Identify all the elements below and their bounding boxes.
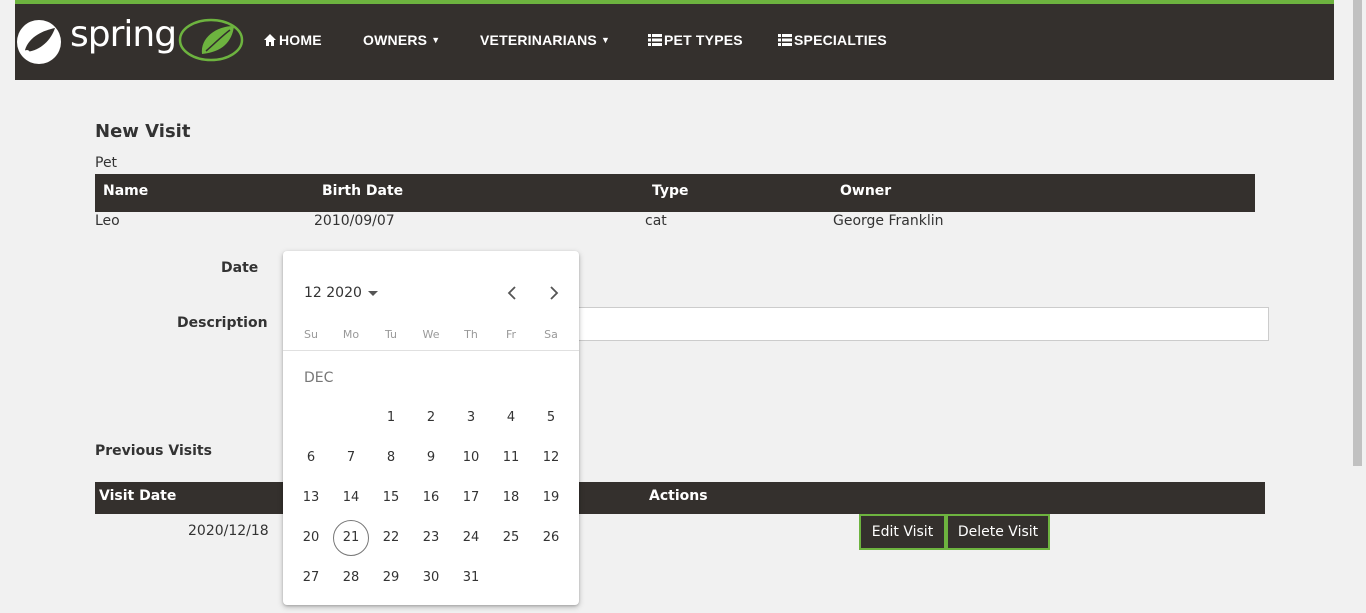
- day-cell[interactable]: 29: [373, 560, 409, 596]
- visits-col-date: Visit Date: [99, 488, 177, 504]
- day-cell[interactable]: 1: [373, 400, 409, 436]
- day-cell[interactable]: 3: [453, 400, 489, 436]
- visit-date: 2020/12/18: [188, 523, 269, 539]
- spring-logo-icon: [17, 20, 61, 64]
- day-cell[interactable]: 28: [333, 560, 369, 596]
- visits-table-header: Visit Date Actions: [95, 482, 1265, 514]
- day-cell[interactable]: 15: [373, 480, 409, 516]
- list-icon: [778, 34, 792, 46]
- day-cell[interactable]: 7: [333, 440, 369, 476]
- prev-month-button[interactable]: [503, 283, 523, 303]
- list-icon: [648, 34, 662, 46]
- weekday-label: Fr: [505, 328, 517, 341]
- day-cell[interactable]: 6: [293, 440, 329, 476]
- pet-col-name: Name: [103, 183, 149, 199]
- nav-veterinarians[interactable]: VETERINARIANS ▼: [480, 32, 610, 48]
- weekday-label: Su: [304, 328, 318, 341]
- month-year-label: 12 2020: [304, 285, 362, 301]
- edit-visit-button[interactable]: Edit Visit: [859, 514, 946, 550]
- day-cell[interactable]: 26: [533, 520, 569, 556]
- nav-specialties-label: SPECIALTIES: [794, 32, 887, 48]
- nav-owners[interactable]: OWNERS ▼: [363, 32, 440, 48]
- brand-wordmark: spring: [70, 14, 177, 55]
- datepicker-divider: [283, 350, 579, 351]
- day-cell[interactable]: 31: [453, 560, 489, 596]
- month-short-label: DEC: [304, 370, 334, 386]
- description-input[interactable]: [560, 307, 1269, 341]
- pet-col-type: Type: [652, 183, 689, 199]
- spring-logo[interactable]: spring: [15, 12, 245, 72]
- nav-home-label: HOME: [279, 32, 322, 48]
- pet-label: Pet: [95, 155, 118, 171]
- day-cell[interactable]: 2: [413, 400, 449, 436]
- datepicker-popup: 12 2020 Su Mo Tu We Th Fr Sa DEC 1 2 3 4 5 6 7 8 9 10 11…: [283, 251, 579, 605]
- day-cell-selected[interactable]: 21: [333, 520, 369, 556]
- day-cell[interactable]: 25: [493, 520, 529, 556]
- home-icon: [264, 34, 276, 46]
- day-cell[interactable]: 8: [373, 440, 409, 476]
- nav-veterinarians-label: VETERINARIANS: [480, 32, 597, 48]
- day-cell[interactable]: 23: [413, 520, 449, 556]
- delete-visit-button[interactable]: Delete Visit: [946, 514, 1050, 550]
- day-cell[interactable]: 5: [533, 400, 569, 436]
- weekday-label: Tu: [384, 328, 398, 341]
- caret-down-icon: [367, 290, 378, 296]
- weekday-label: We: [422, 328, 440, 341]
- visits-col-actions: Actions: [649, 488, 708, 504]
- day-cell[interactable]: 14: [333, 480, 369, 516]
- day-cell[interactable]: 20: [293, 520, 329, 556]
- day-cell[interactable]: 4: [493, 400, 529, 436]
- navbar: spring HOME OWNERS ▼ VETERINARIANS ▼ PET…: [15, 0, 1334, 80]
- day-cell[interactable]: 27: [293, 560, 329, 596]
- pet-table-header: Name Birth Date Type Owner: [95, 174, 1255, 212]
- leaf-logo-icon: [178, 18, 244, 62]
- description-label: Description: [177, 315, 268, 331]
- pet-col-birth-date: Birth Date: [322, 183, 404, 199]
- page-scrollbar[interactable]: [1349, 0, 1366, 613]
- day-cell[interactable]: 9: [413, 440, 449, 476]
- day-cell[interactable]: 24: [453, 520, 489, 556]
- nav-specialties[interactable]: SPECIALTIES: [778, 32, 887, 48]
- nav-pet-types-label: PET TYPES: [664, 32, 743, 48]
- day-cell[interactable]: 18: [493, 480, 529, 516]
- next-month-button[interactable]: [543, 283, 563, 303]
- previous-visits-label: Previous Visits: [95, 443, 212, 459]
- weekday-label: Th: [464, 328, 478, 341]
- day-cell[interactable]: 30: [413, 560, 449, 596]
- caret-down-icon: ▼: [600, 35, 611, 45]
- weekday-label: Mo: [342, 328, 360, 341]
- pet-name: Leo: [95, 213, 120, 229]
- page-title: New Visit: [95, 121, 191, 142]
- day-cell[interactable]: 10: [453, 440, 489, 476]
- nav-pet-types[interactable]: PET TYPES: [648, 32, 743, 48]
- chevron-left-icon: [507, 286, 516, 300]
- day-cell[interactable]: 19: [533, 480, 569, 516]
- caret-down-icon: ▼: [431, 35, 441, 45]
- scrollbar-thumb[interactable]: [1353, 0, 1362, 466]
- day-cell[interactable]: 11: [493, 440, 529, 476]
- chevron-right-icon: [550, 286, 559, 300]
- pet-col-owner: Owner: [840, 183, 892, 199]
- day-cell[interactable]: 16: [413, 480, 449, 516]
- date-label: Date: [221, 260, 259, 276]
- month-year-selector[interactable]: 12 2020: [304, 285, 378, 301]
- day-cell[interactable]: 12: [533, 440, 569, 476]
- pet-birth-date: 2010/09/07: [314, 213, 395, 229]
- weekday-label: Sa: [544, 328, 558, 341]
- day-cell[interactable]: 13: [293, 480, 329, 516]
- nav-home[interactable]: HOME: [263, 32, 322, 48]
- day-cell[interactable]: 17: [453, 480, 489, 516]
- nav-owners-label: OWNERS: [363, 32, 428, 48]
- day-cell[interactable]: 22: [373, 520, 409, 556]
- pet-type: cat: [645, 213, 667, 229]
- pet-owner: George Franklin: [833, 213, 944, 229]
